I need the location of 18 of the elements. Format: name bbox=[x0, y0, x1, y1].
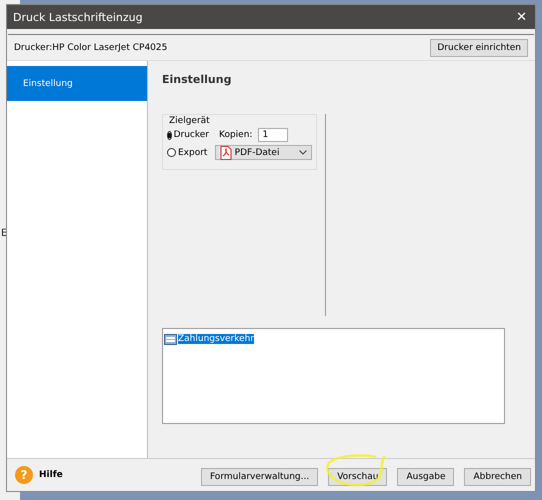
group-title: Zielgerät bbox=[169, 116, 210, 126]
copies-label: Kopien: bbox=[219, 130, 252, 140]
format-dropdown[interactable]: PDF-Datei bbox=[214, 145, 312, 160]
copies-field[interactable]: 1 bbox=[258, 128, 288, 142]
footer-button[interactable]: Abbrechen bbox=[464, 468, 531, 486]
printer-setup-button[interactable]: Drucker einrichten bbox=[430, 38, 528, 56]
close-button[interactable]: ✕ bbox=[514, 10, 529, 24]
caret-icon bbox=[299, 150, 307, 155]
footer-button[interactable]: Ausgabe bbox=[397, 468, 454, 486]
section-heading: Einstellung bbox=[162, 73, 232, 86]
help-button[interactable]: ? Hilfe bbox=[15, 466, 63, 484]
pdf-file-icon bbox=[220, 146, 232, 160]
footer-button[interactable]: Formularverwaltung... bbox=[200, 468, 318, 486]
sidebar-item[interactable]: Einstellung bbox=[7, 66, 147, 101]
radio-button[interactable]: Export bbox=[167, 148, 209, 158]
printer-label: Drucker:HP Color LaserJet CP4025 bbox=[14, 42, 168, 52]
window-title: Druck Lastschrifteinzug bbox=[13, 10, 143, 24]
radio-button[interactable]: Drucker bbox=[167, 130, 209, 140]
